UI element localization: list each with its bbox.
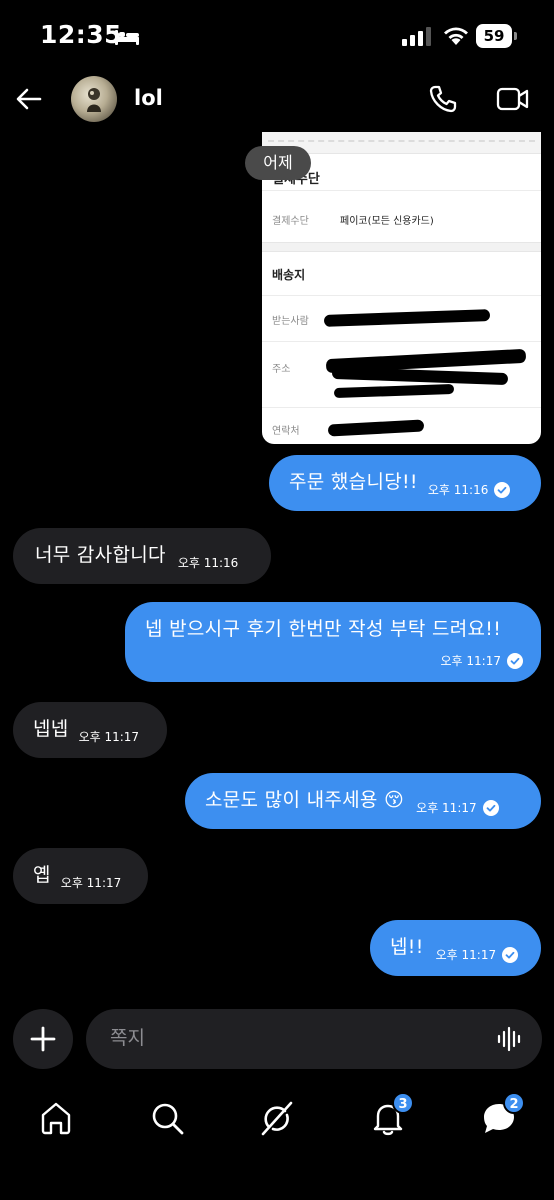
checkmark-icon bbox=[502, 947, 519, 963]
card-recipient-label: 받는사람 bbox=[272, 316, 309, 327]
checkmark-icon bbox=[494, 482, 511, 498]
card-section-separator bbox=[262, 242, 541, 252]
chat-header: lol bbox=[0, 70, 554, 130]
message-bubble-outgoing[interactable]: 넵 받으시구 후기 한번만 작성 부탁 드려요!! 오후 11:17 bbox=[125, 602, 541, 682]
card-divider bbox=[262, 407, 541, 408]
message-bubble-incoming[interactable]: 너무 감사합니다 오후 11:16 bbox=[13, 528, 271, 584]
order-screenshot-image[interactable]: 결제수단 결제수단 페이코(모든 신용카드) 배송지 받는사람 주소 연락처 bbox=[262, 132, 541, 444]
bed-icon bbox=[115, 30, 139, 45]
search-icon[interactable] bbox=[147, 1098, 187, 1138]
contact-name[interactable]: lol bbox=[134, 86, 163, 110]
card-divider bbox=[262, 295, 541, 296]
message-time: 오후 11:16 bbox=[427, 483, 489, 497]
card-payment-label: 결제수단 bbox=[272, 216, 309, 227]
redaction-mark bbox=[333, 383, 455, 399]
avatar[interactable] bbox=[71, 76, 117, 122]
wifi-icon bbox=[444, 27, 468, 45]
message-text: 넵!! bbox=[390, 936, 424, 958]
message-bubble-incoming[interactable]: 옙 오후 11:17 bbox=[13, 848, 148, 904]
checkmark-icon bbox=[482, 800, 499, 816]
home-icon[interactable] bbox=[36, 1098, 76, 1138]
message-time: 오후 11:17 bbox=[440, 654, 501, 668]
notification-count-badge: 3 bbox=[392, 1092, 414, 1114]
redaction-mark bbox=[327, 419, 425, 437]
status-bar: 12:35 59 bbox=[0, 0, 554, 70]
tab-notifications[interactable]: 3 bbox=[368, 1092, 414, 1138]
message-time: 오후 11:17 bbox=[60, 876, 122, 890]
card-payment-value: 페이코(모든 신용카드) bbox=[340, 216, 434, 227]
message-text: 넵넵 bbox=[33, 718, 69, 740]
bottom-tab-bar: 3 2 bbox=[0, 1090, 554, 1150]
message-time: 오후 11:16 bbox=[177, 556, 239, 570]
card-shipping-heading: 배송지 bbox=[272, 268, 306, 282]
card-divider bbox=[262, 190, 541, 191]
message-text: 주문 했습니당!! bbox=[289, 471, 418, 493]
message-time: 오후 11:17 bbox=[78, 730, 140, 744]
plus-icon bbox=[30, 1026, 56, 1052]
message-bubble-outgoing[interactable]: 넵!! 오후 11:17 bbox=[370, 920, 541, 976]
message-bubble-outgoing[interactable]: 소문도 많이 내주세용 😚 오후 11:17 bbox=[185, 773, 541, 829]
message-text: 옙 bbox=[33, 864, 51, 886]
card-address-label: 주소 bbox=[272, 364, 291, 375]
redaction-mark bbox=[323, 309, 491, 327]
message-text: 너무 감사합니다 bbox=[35, 544, 166, 566]
add-media-button[interactable] bbox=[13, 1009, 73, 1069]
message-time: 오후 11:17 bbox=[435, 948, 497, 962]
redaction-mark bbox=[331, 366, 509, 386]
message-text: 소문도 많이 내주세용 😚 bbox=[205, 789, 405, 811]
video-camera-icon[interactable] bbox=[496, 84, 530, 114]
grok-slash-icon[interactable] bbox=[257, 1098, 297, 1138]
checkmark-icon bbox=[507, 652, 523, 669]
battery-indicator: 59 bbox=[476, 24, 518, 48]
card-contact-label: 연락처 bbox=[272, 426, 300, 437]
message-meta: 오후 11:17 bbox=[441, 652, 523, 669]
cell-signal-icon bbox=[402, 27, 431, 46]
message-time: 오후 11:17 bbox=[416, 801, 477, 815]
tab-messages[interactable]: 2 bbox=[479, 1092, 525, 1138]
message-text: 넵 받으시구 후기 한번만 작성 부탁 드려요!! bbox=[145, 618, 502, 640]
date-separator-chip: 어제 bbox=[245, 146, 311, 180]
avatar-image bbox=[87, 88, 101, 112]
voice-wave-icon[interactable] bbox=[496, 1025, 524, 1053]
message-input[interactable] bbox=[110, 1027, 470, 1049]
card-divider bbox=[262, 341, 541, 342]
message-bubble-incoming[interactable]: 넵넵 오후 11:17 bbox=[13, 702, 167, 758]
message-count-badge: 2 bbox=[503, 1092, 525, 1114]
status-time: 12:35 bbox=[40, 20, 123, 49]
back-arrow-icon[interactable] bbox=[14, 84, 44, 114]
battery-level: 59 bbox=[476, 24, 512, 48]
message-bubble-outgoing[interactable]: 주문 했습니당!! 오후 11:16 bbox=[269, 455, 541, 511]
battery-tip bbox=[514, 32, 517, 40]
phone-icon[interactable] bbox=[428, 84, 458, 114]
message-composer[interactable] bbox=[86, 1009, 542, 1069]
